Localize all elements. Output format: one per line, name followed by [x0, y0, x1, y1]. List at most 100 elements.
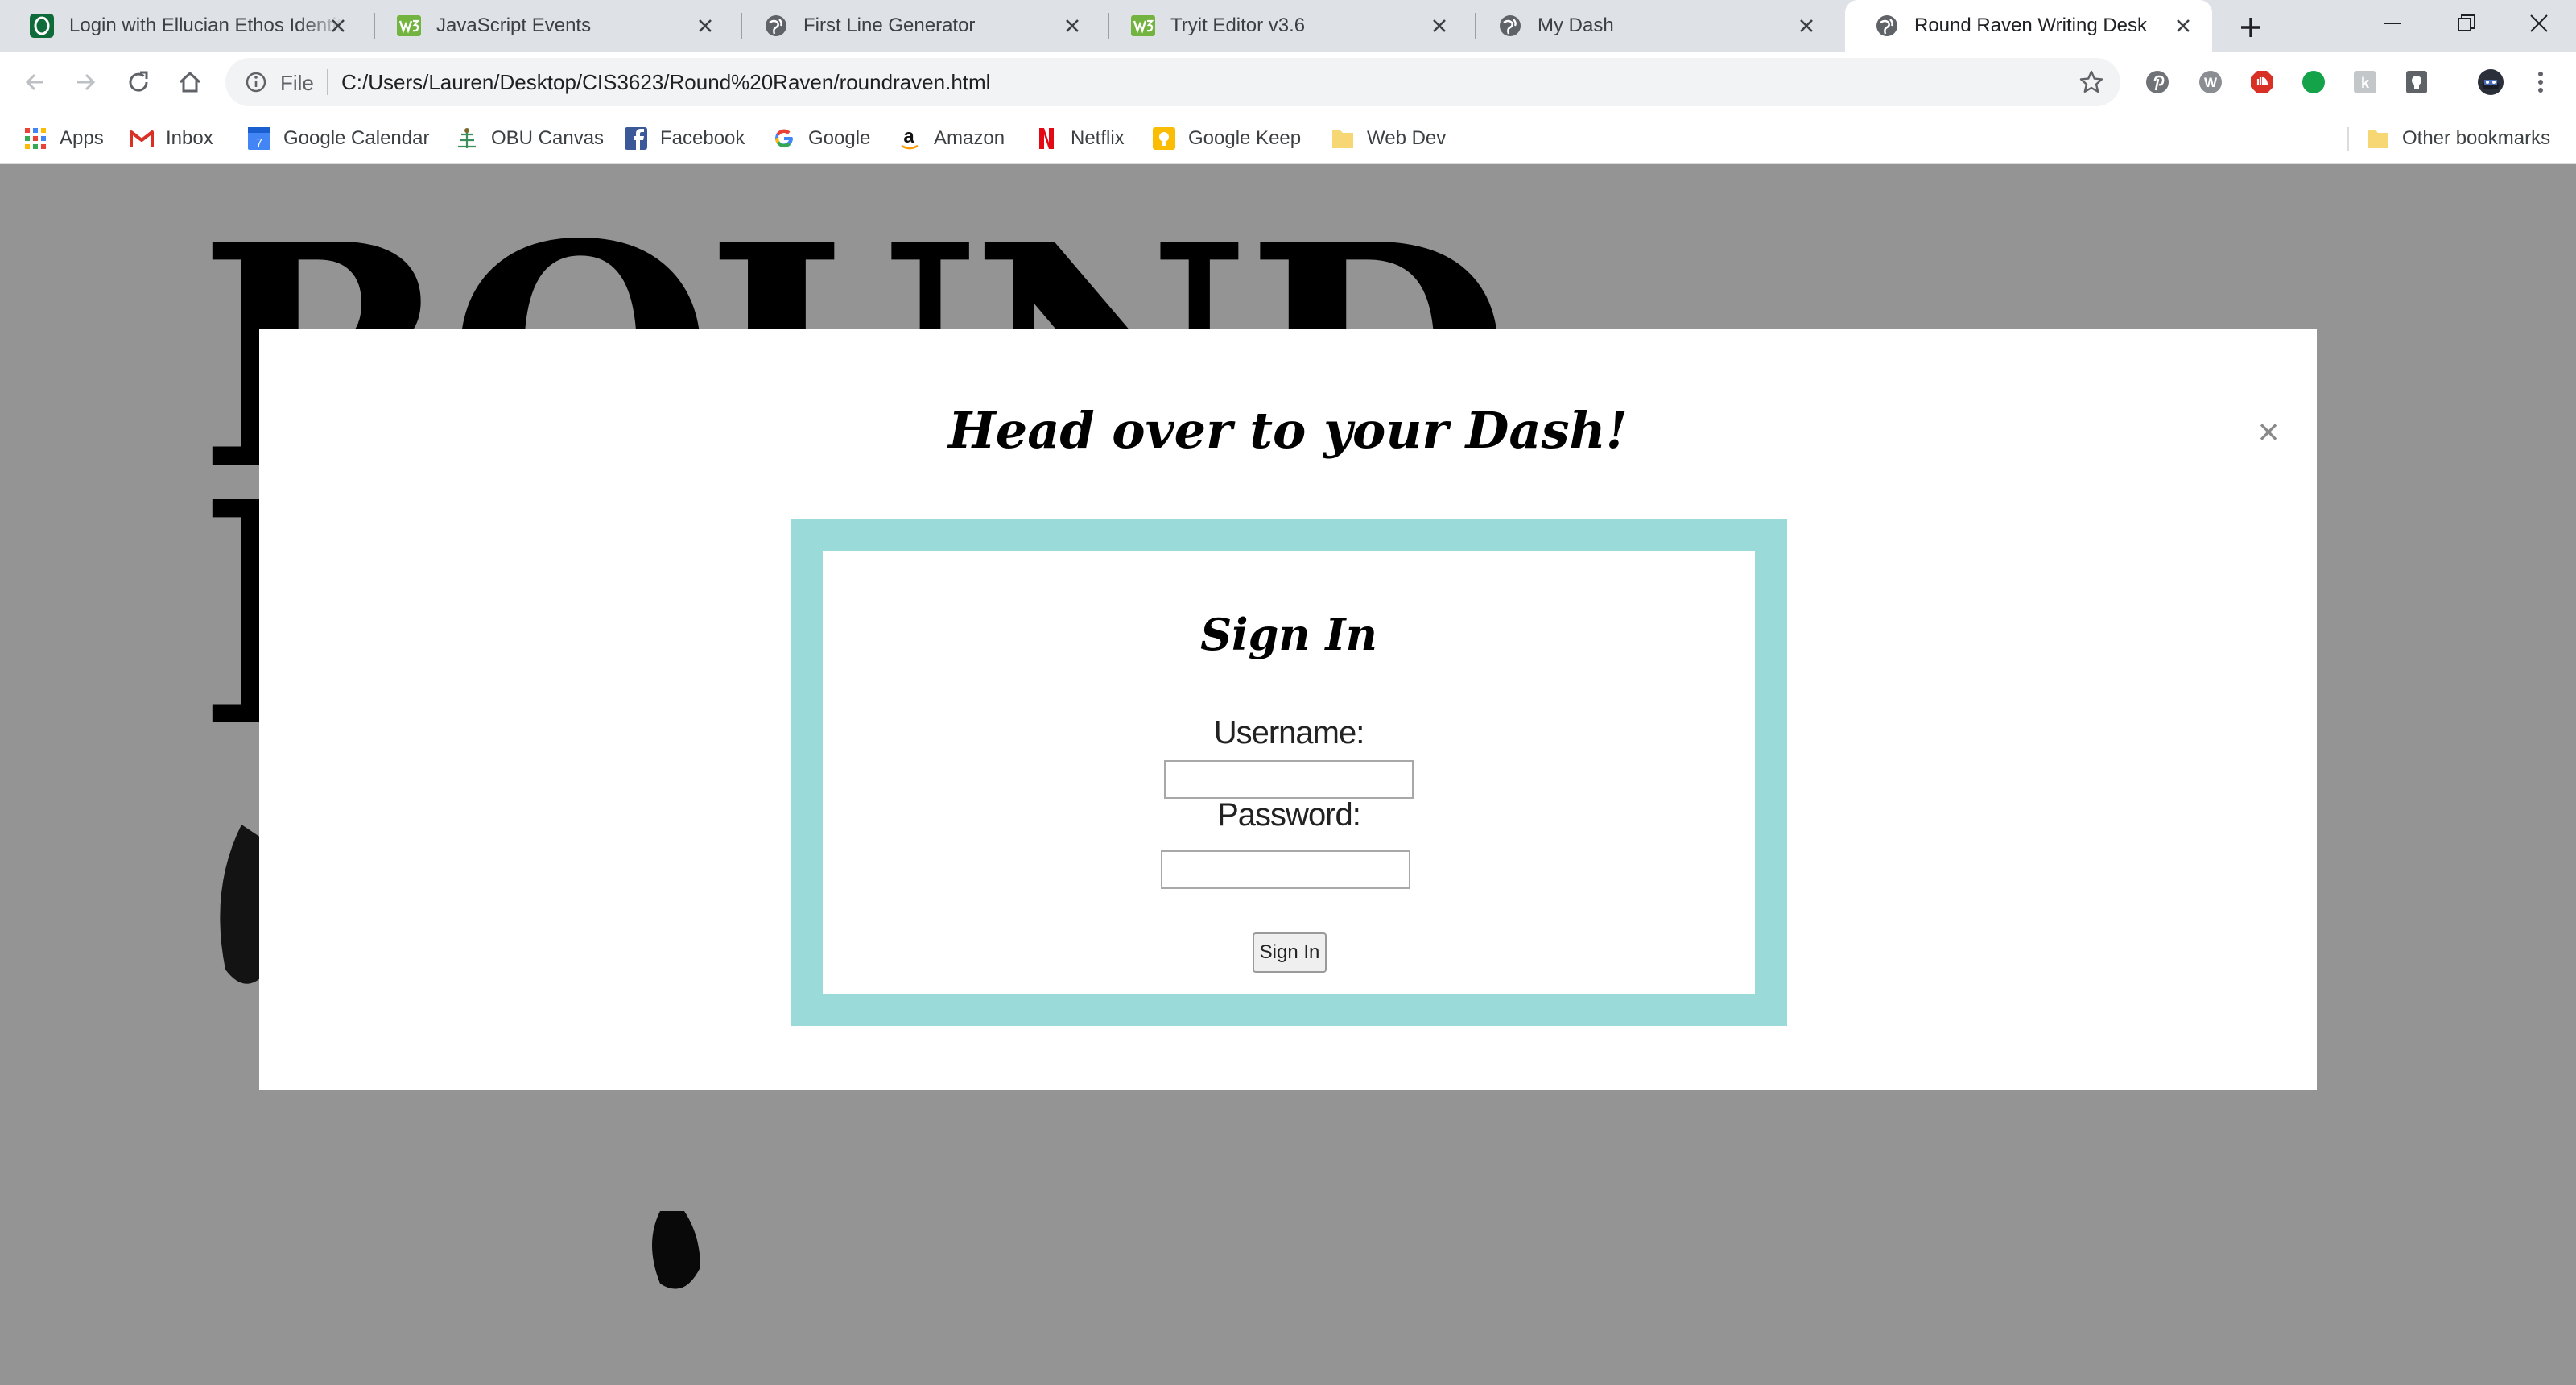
restore-button[interactable] — [2429, 0, 2504, 47]
w3schools-icon — [396, 13, 422, 39]
home-button[interactable] — [171, 63, 209, 101]
globe-icon — [1497, 13, 1523, 39]
close-tab-icon[interactable] — [1428, 14, 1451, 37]
bookmark-label: Other bookmarks — [2402, 127, 2551, 149]
folder-icon — [2365, 126, 2391, 151]
tab-tryit-editor[interactable]: Tryit Editor v3.6 — [1101, 0, 1468, 52]
tab-my-dash[interactable]: My Dash — [1468, 0, 1835, 52]
minimize-icon — [2384, 23, 2401, 24]
signin-form: Sign In Username: Password: Sign In — [823, 551, 1755, 994]
close-window-button[interactable] — [2502, 0, 2576, 47]
keep-icon — [1151, 126, 1177, 151]
signin-frame: Sign In Username: Password: Sign In — [791, 519, 1787, 1026]
close-tab-icon[interactable] — [694, 14, 716, 37]
bookmark-netflix[interactable]: Netflix — [1034, 126, 1125, 151]
google-icon — [771, 126, 797, 151]
bookmark-label: Google Calendar — [283, 127, 430, 149]
tab-javascript-events[interactable]: JavaScript Events — [367, 0, 734, 52]
sign-in-button[interactable]: Sign In — [1253, 932, 1327, 973]
close-tab-icon[interactable] — [1795, 14, 1818, 37]
address-bar[interactable]: File C:/Users/Lauren/Desktop/CIS3623/Rou… — [225, 58, 2120, 106]
svg-text:k: k — [2361, 75, 2370, 91]
modal-close-button[interactable]: × — [2249, 411, 2288, 453]
bookmark-star-icon[interactable] — [2077, 68, 2106, 97]
url-text[interactable]: C:/Users/Lauren/Desktop/CIS3623/Round%20… — [341, 70, 990, 95]
minimize-button[interactable] — [2355, 0, 2429, 47]
bookmark-google-keep[interactable]: Google Keep — [1151, 126, 1301, 151]
extension-k-icon[interactable]: k — [2351, 68, 2380, 97]
bookmarks-divider — [2347, 127, 2349, 151]
tab-ellucian-login[interactable]: Login with Ellucian Ethos Identity — [0, 0, 367, 52]
close-tab-icon[interactable] — [2172, 14, 2194, 37]
new-tab-button[interactable] — [2233, 10, 2268, 45]
password-field[interactable] — [1161, 850, 1410, 889]
bookmark-label: Amazon — [934, 127, 1005, 149]
page-content: ROUND R Head over to your Dash! × Sign I… — [0, 164, 2576, 1385]
grammarly-icon[interactable] — [2299, 68, 2328, 97]
address-scheme-label: File — [280, 71, 314, 95]
facebook-icon — [623, 126, 649, 151]
netflix-icon — [1034, 126, 1059, 151]
bookmark-label: Web Dev — [1367, 127, 1447, 149]
folder-icon — [1330, 126, 1356, 151]
bookmark-label: Inbox — [166, 127, 213, 149]
browser-toolbar: File C:/Users/Lauren/Desktop/CIS3623/Rou… — [0, 52, 2576, 113]
tab-title: Round Raven Writing Desk — [1914, 14, 2148, 36]
canvas-icon — [454, 126, 480, 151]
apps-grid-icon — [23, 126, 48, 151]
bookmark-label: Facebook — [660, 127, 745, 149]
bookmark-amazon[interactable]: a Amazon — [897, 126, 1005, 151]
plus-icon — [2241, 18, 2260, 37]
bookmark-label: OBU Canvas — [491, 127, 605, 149]
bookmark-web-dev[interactable]: Web Dev — [1330, 126, 1446, 151]
bookmark-apps[interactable]: Apps — [23, 126, 104, 151]
menu-kebab-icon[interactable] — [2526, 68, 2555, 97]
tab-first-line-generator[interactable]: First Line Generator — [734, 0, 1101, 52]
arrow-left-icon — [25, 73, 43, 91]
password-label: Password: — [1217, 797, 1361, 833]
amazon-icon: a — [897, 126, 923, 151]
w3schools-icon — [1130, 13, 1156, 39]
profile-avatar[interactable] — [2476, 68, 2505, 97]
globe-icon — [763, 13, 789, 39]
tab-round-raven-writing-desk[interactable]: Round Raven Writing Desk — [1845, 0, 2212, 52]
tab-title: First Line Generator — [803, 14, 976, 36]
bookmark-google[interactable]: Google — [771, 126, 870, 151]
bookmark-label: Apps — [60, 127, 104, 149]
globe-icon — [1874, 13, 1900, 39]
svg-text:a: a — [903, 126, 914, 147]
keep-extension-icon[interactable] — [2402, 68, 2431, 97]
reload-button[interactable] — [119, 63, 158, 101]
back-button[interactable] — [16, 63, 55, 101]
signin-title: Sign In — [1200, 609, 1377, 660]
wordtune-extension-icon[interactable]: W — [2196, 68, 2225, 97]
reload-icon — [129, 71, 148, 92]
pinterest-icon[interactable] — [2143, 68, 2172, 97]
forward-button[interactable] — [66, 63, 105, 101]
username-field[interactable] — [1164, 760, 1414, 799]
bookmark-other-bookmarks[interactable]: Other bookmarks — [2365, 126, 2550, 151]
bookmarks-bar: Apps Inbox 7 Google Calendar OBU Canvas … — [0, 113, 2576, 164]
bookmark-facebook[interactable]: Facebook — [623, 126, 745, 151]
tab-title: Login with Ellucian Ethos Identity — [69, 14, 343, 36]
info-icon[interactable] — [243, 69, 269, 95]
bookmark-label: Netflix — [1071, 127, 1125, 149]
arrow-right-icon — [77, 73, 96, 91]
bookmark-inbox[interactable]: Inbox — [129, 126, 213, 151]
gmail-icon — [129, 126, 155, 151]
address-divider — [327, 69, 328, 95]
close-tab-icon[interactable] — [327, 14, 349, 37]
bookmark-obu-canvas[interactable]: OBU Canvas — [454, 126, 604, 151]
tab-title: JavaScript Events — [436, 14, 592, 36]
tab-title: My Dash — [1538, 14, 1614, 36]
adblock-icon[interactable] — [2248, 68, 2277, 97]
bookmark-google-calendar[interactable]: 7 Google Calendar — [246, 126, 429, 151]
close-icon — [2530, 14, 2548, 32]
bookmark-label: Google — [808, 127, 871, 149]
tab-title: Tryit Editor v3.6 — [1170, 14, 1306, 36]
modal-title: Head over to your Dash! — [948, 401, 1628, 460]
svg-text:W: W — [2204, 75, 2218, 90]
close-tab-icon[interactable] — [1061, 14, 1084, 37]
dash-modal: Head over to your Dash! × Sign In Userna… — [259, 329, 2317, 1090]
username-label: Username: — [1213, 715, 1365, 750]
